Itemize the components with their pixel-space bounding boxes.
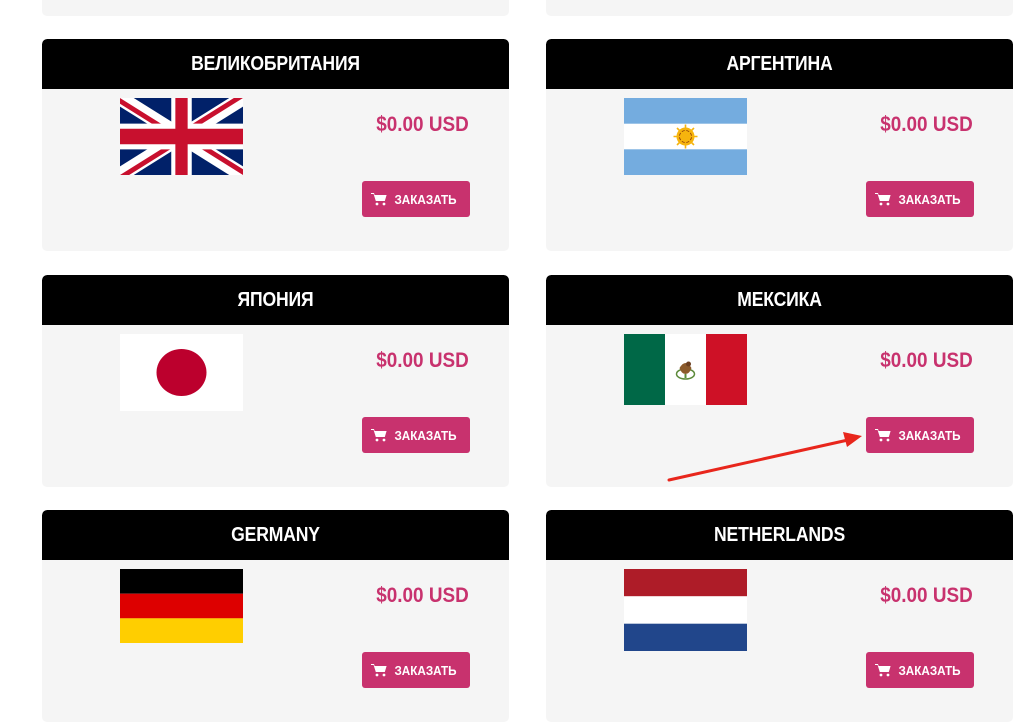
card-title: ВЕЛИКОБРИТАНИЯ xyxy=(70,39,481,89)
cart-icon xyxy=(875,429,892,442)
order-button-label: ЗАКАЗАТЬ xyxy=(898,427,962,443)
argentina-flag xyxy=(624,98,747,175)
previous-card-right xyxy=(546,0,1013,16)
mexico-flag xyxy=(624,334,747,405)
product-card-germany: GERMANY $0.00 USD ЗАКАЗАТЬ xyxy=(42,510,509,722)
price: $0.00 USD xyxy=(376,113,469,136)
price: $0.00 USD xyxy=(880,584,973,607)
card-header: ВЕЛИКОБРИТАНИЯ xyxy=(42,39,509,89)
product-card-netherlands: NETHERLANDS $0.00 USD ЗАКАЗАТЬ xyxy=(546,510,1013,722)
product-grid: ВЕЛИКОБРИТАНИЯ $0.00 USD ЗАКАЗАТЬ АРГЕНТ… xyxy=(0,0,1024,727)
previous-card-left xyxy=(42,0,509,16)
card-header: GERMANY xyxy=(42,510,509,560)
product-card-argentina: АРГЕНТИНА $0.00 USD ЗАКАЗАТЬ xyxy=(546,39,1013,251)
order-button[interactable]: ЗАКАЗАТЬ xyxy=(866,417,974,453)
uk-flag xyxy=(120,98,243,175)
netherlands-flag xyxy=(624,569,747,651)
order-button[interactable]: ЗАКАЗАТЬ xyxy=(362,652,470,688)
cart-icon xyxy=(875,664,892,677)
card-header: ЯПОНИЯ xyxy=(42,275,509,325)
product-card-mexico: МЕКСИКА $0.00 USD ЗАКАЗАТЬ xyxy=(546,275,1013,487)
cart-icon xyxy=(371,193,388,206)
order-button-label: ЗАКАЗАТЬ xyxy=(898,191,962,207)
price: $0.00 USD xyxy=(880,349,973,372)
card-title: NETHERLANDS xyxy=(574,510,985,560)
order-button[interactable]: ЗАКАЗАТЬ xyxy=(362,417,470,453)
order-button[interactable]: ЗАКАЗАТЬ xyxy=(866,181,974,217)
order-button[interactable]: ЗАКАЗАТЬ xyxy=(866,652,974,688)
order-button[interactable]: ЗАКАЗАТЬ xyxy=(362,181,470,217)
germany-flag xyxy=(120,569,243,643)
card-header: МЕКСИКА xyxy=(546,275,1013,325)
price: $0.00 USD xyxy=(376,349,469,372)
card-header: АРГЕНТИНА xyxy=(546,39,1013,89)
cart-icon xyxy=(371,429,388,442)
product-card-japan: ЯПОНИЯ $0.00 USD ЗАКАЗАТЬ xyxy=(42,275,509,487)
order-button-label: ЗАКАЗАТЬ xyxy=(394,662,458,678)
cart-icon xyxy=(371,664,388,677)
card-title: МЕКСИКА xyxy=(574,275,985,325)
card-header: NETHERLANDS xyxy=(546,510,1013,560)
order-button-label: ЗАКАЗАТЬ xyxy=(898,662,962,678)
cart-icon xyxy=(875,193,892,206)
price: $0.00 USD xyxy=(376,584,469,607)
card-title: АРГЕНТИНА xyxy=(574,39,985,89)
product-card-uk: ВЕЛИКОБРИТАНИЯ $0.00 USD ЗАКАЗАТЬ xyxy=(42,39,509,251)
japan-flag xyxy=(120,334,243,411)
card-title: ЯПОНИЯ xyxy=(70,275,481,325)
card-title: GERMANY xyxy=(70,510,481,560)
price: $0.00 USD xyxy=(880,113,973,136)
order-button-label: ЗАКАЗАТЬ xyxy=(394,427,458,443)
order-button-label: ЗАКАЗАТЬ xyxy=(394,191,458,207)
